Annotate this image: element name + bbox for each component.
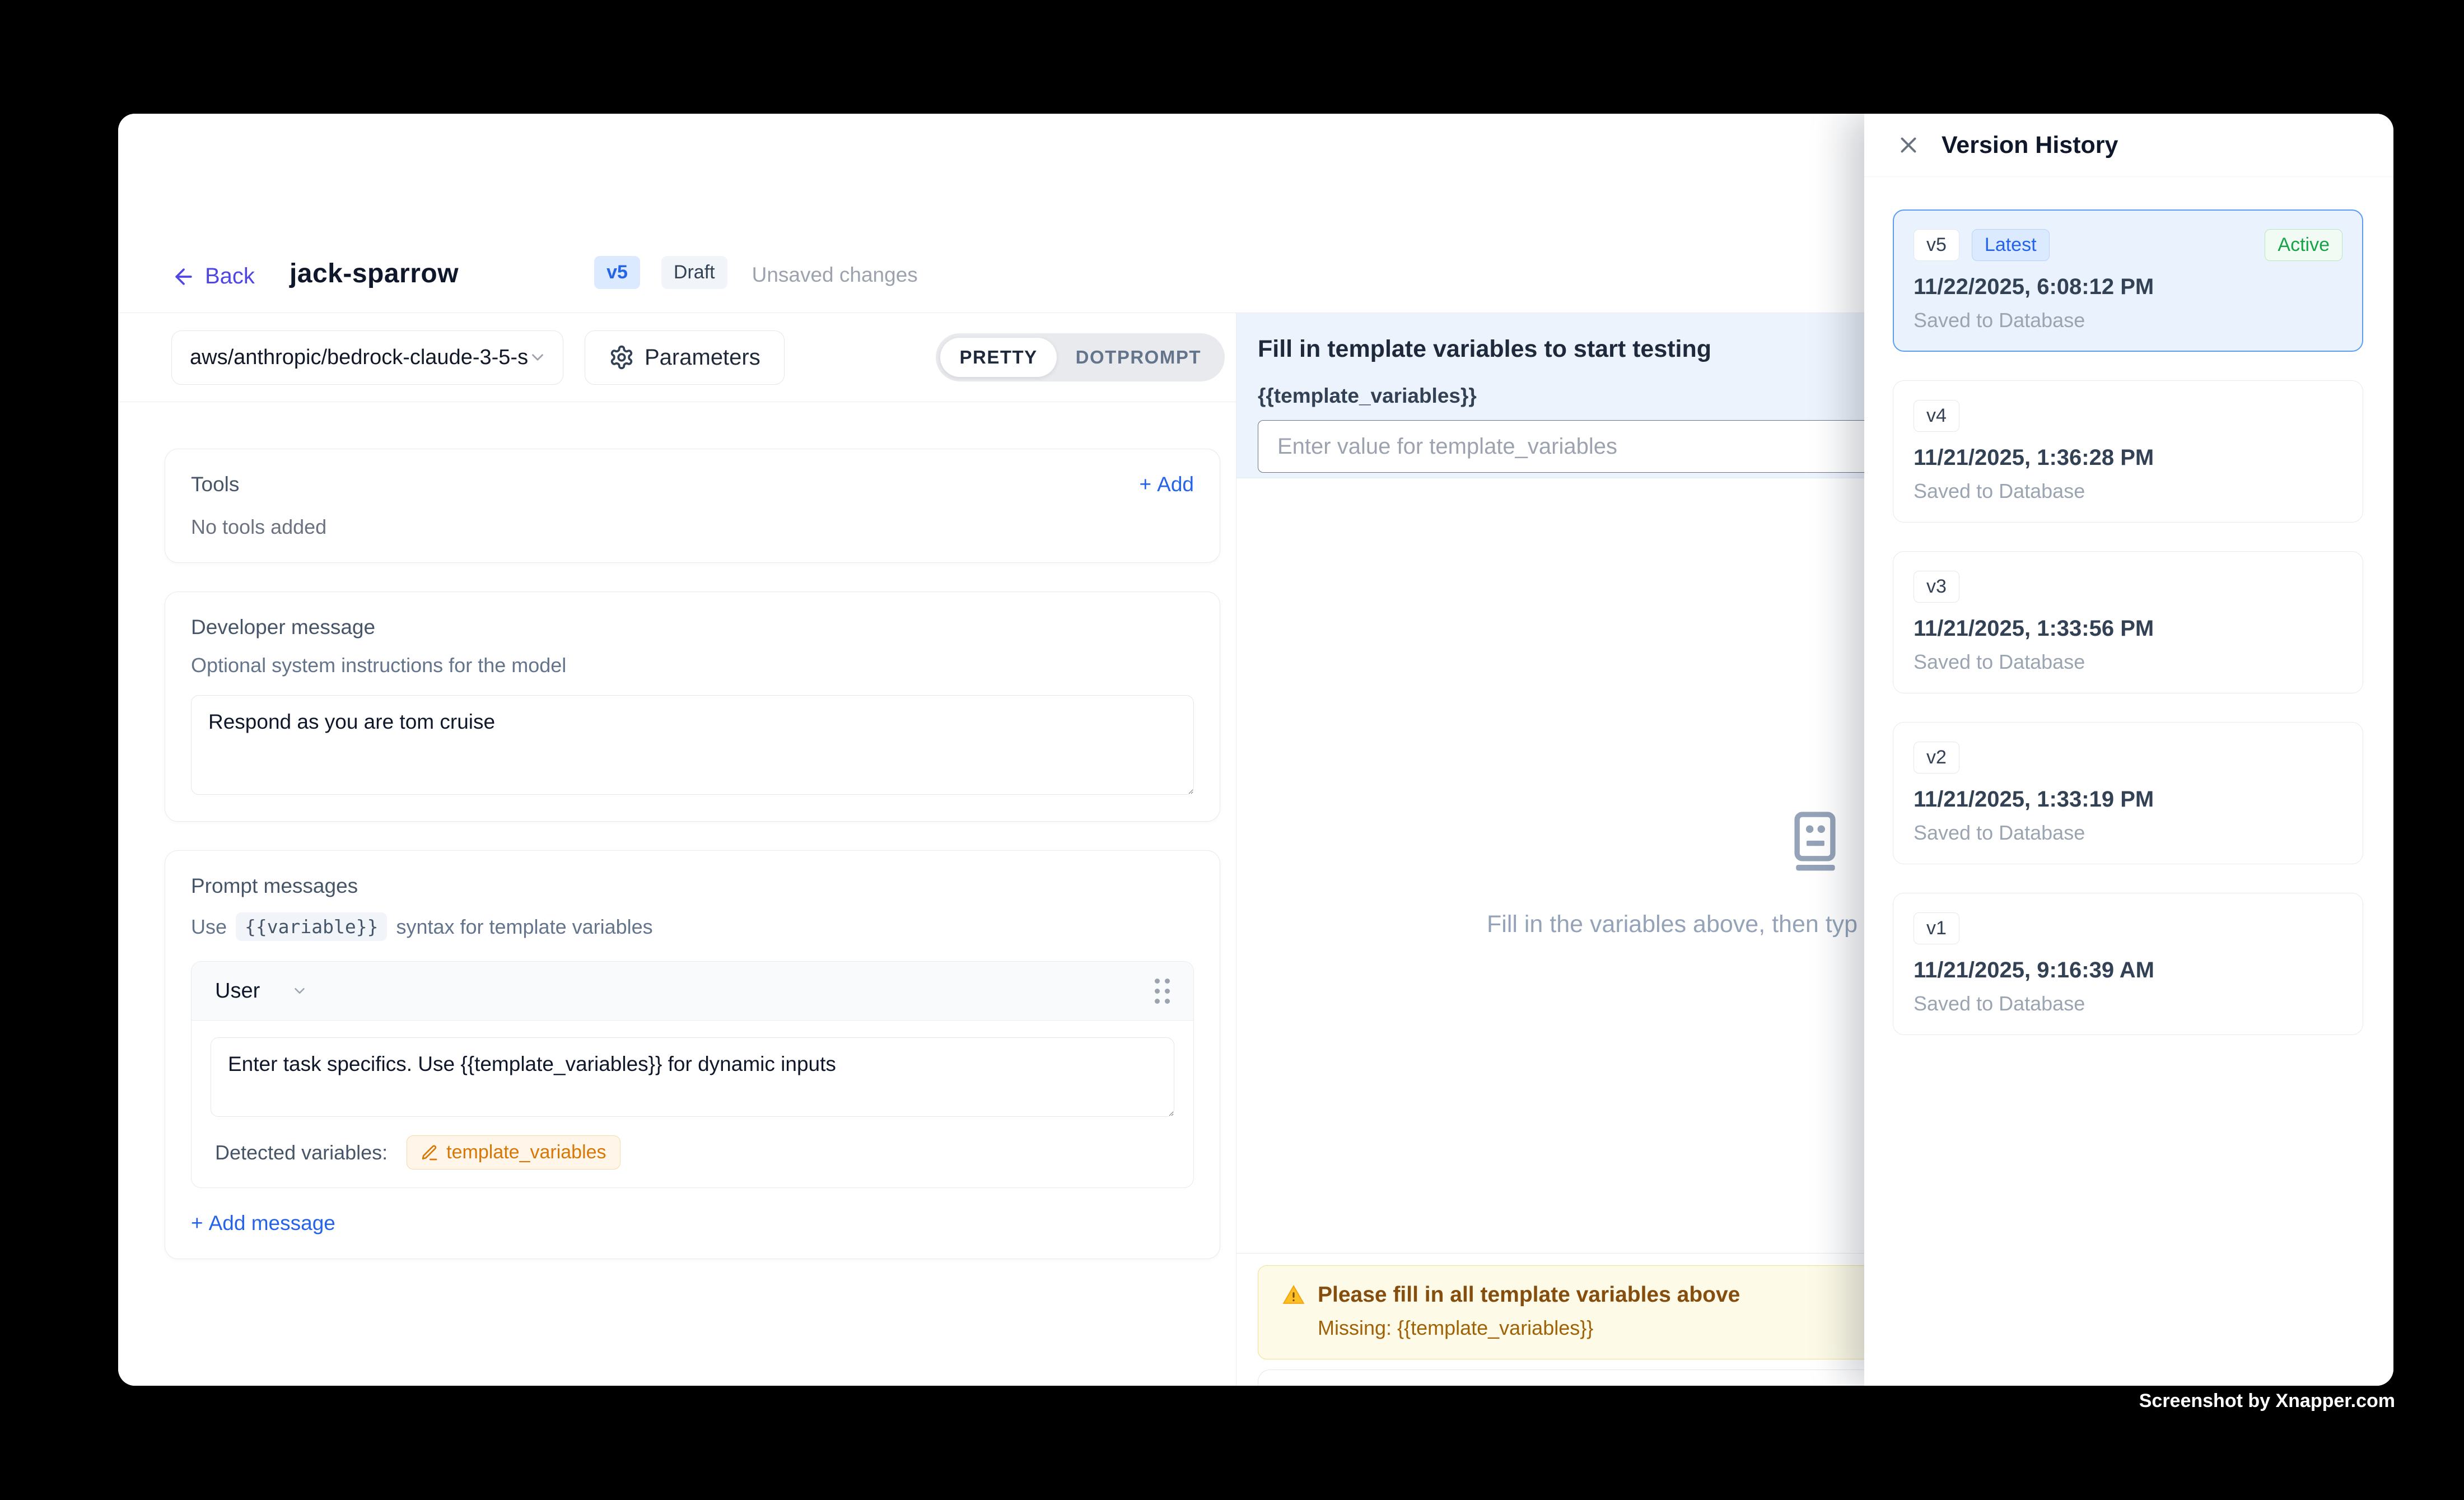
version-source: Saved to Database [1914, 479, 2342, 503]
toggle-pretty[interactable]: PRETTY [940, 338, 1056, 377]
version-source: Saved to Database [1914, 309, 2342, 332]
version-timestamp: 11/21/2025, 1:36:28 PM [1914, 445, 2342, 471]
variable-syntax-chip: {{variable}} [236, 912, 387, 941]
active-badge: Active [2265, 229, 2342, 261]
toggle-dotprompt[interactable]: DOTPROMPT [1057, 338, 1220, 377]
back-button[interactable]: Back [171, 264, 255, 289]
parameters-button[interactable]: Parameters [585, 330, 785, 385]
version-source: Saved to Database [1914, 992, 2342, 1015]
model-selector-value: aws/anthropic/bedrock-claude-3-5-s... [190, 346, 528, 370]
template-syntax-hint: Use {{variable}} syntax for template var… [191, 912, 1194, 941]
chevron-down-icon [528, 348, 547, 367]
version-entry-badges: v2 [1914, 742, 2342, 774]
version-badge: v5 [594, 256, 640, 289]
developer-message-subtitle: Optional system instructions for the mod… [191, 654, 1194, 677]
warning-title: Please fill in all template variables ab… [1318, 1283, 1740, 1307]
app-window: Back jack-sparrow v5 Draft Unsaved chang… [118, 114, 2393, 1386]
version-number-badge: v1 [1914, 912, 1959, 944]
bot-icon [1781, 806, 1849, 873]
latest-badge: Latest [1972, 229, 2050, 261]
drag-handle-icon[interactable] [1155, 979, 1170, 1004]
version-entry[interactable]: v2 11/21/2025, 1:33:19 PM Saved to Datab… [1893, 722, 2363, 864]
watermark-text: Screenshot by Xnapper.com [2139, 1390, 2395, 1412]
version-number-badge: v2 [1914, 742, 1959, 774]
version-entry[interactable]: v3 11/21/2025, 1:33:56 PM Saved to Datab… [1893, 551, 2363, 693]
pencil-icon [421, 1144, 438, 1162]
message-block: User Enter task specifics. Use {{templat… [191, 961, 1194, 1188]
version-number-badge: v5 [1914, 229, 1959, 261]
model-selector[interactable]: aws/anthropic/bedrock-claude-3-5-s... [171, 330, 563, 385]
editor-content: Tools +Add No tools added Developer mess… [118, 402, 1236, 1259]
version-timestamp: 11/21/2025, 1:33:56 PM [1914, 616, 2342, 641]
editor-column: aws/anthropic/bedrock-claude-3-5-s... Pa… [118, 313, 1236, 1386]
detected-variables-label: Detected variables: [215, 1141, 388, 1164]
version-source: Saved to Database [1914, 650, 2342, 674]
version-entry-badges: v3 [1914, 571, 2342, 603]
version-timestamp: 11/22/2025, 6:08:12 PM [1914, 274, 2342, 300]
back-arrow-icon [171, 264, 196, 289]
message-header: User [192, 962, 1193, 1021]
prompt-messages-section: Prompt messages Use {{variable}} syntax … [165, 850, 1220, 1259]
unsaved-changes-text: Unsaved changes [752, 263, 918, 289]
format-toggle: PRETTY DOTPROMPT [936, 333, 1225, 381]
version-number-badge: v3 [1914, 571, 1959, 603]
add-tool-button[interactable]: +Add [1140, 473, 1194, 496]
detected-variables-row: Detected variables: template_variables [192, 1120, 1193, 1187]
gear-icon [609, 344, 634, 370]
plus-icon: + [191, 1212, 203, 1235]
version-history-title: Version History [1942, 132, 2118, 159]
version-entry-badges: v1 [1914, 912, 2342, 944]
version-entry-badges: v5 Latest Active [1914, 229, 2342, 261]
role-selector[interactable]: User [215, 979, 308, 1003]
editor-toolbar: aws/anthropic/bedrock-claude-3-5-s... Pa… [118, 313, 1236, 402]
chevron-down-icon [291, 982, 308, 999]
prompt-messages-title: Prompt messages [191, 874, 1194, 898]
developer-message-section: Developer message Optional system instru… [165, 591, 1220, 822]
version-entry[interactable]: v5 Latest Active 11/22/2025, 6:08:12 PM … [1893, 209, 2363, 352]
role-value: User [215, 979, 260, 1003]
version-history-header: Version History [1864, 114, 2393, 177]
draft-badge: Draft [661, 256, 727, 289]
version-timestamp: 11/21/2025, 1:33:19 PM [1914, 787, 2342, 812]
tools-title: Tools [191, 473, 239, 496]
version-history-panel: Version History v5 Latest Active 11/22/2… [1864, 114, 2393, 1386]
version-entry[interactable]: v4 11/21/2025, 1:36:28 PM Saved to Datab… [1893, 380, 2363, 523]
version-entry-badges: v4 [1914, 400, 2342, 432]
version-history-list: v5 Latest Active 11/22/2025, 6:08:12 PM … [1864, 177, 2393, 1035]
version-number-badge: v4 [1914, 400, 1959, 432]
message-body: Enter task specifics. Use {{template_var… [192, 1021, 1193, 1120]
tools-empty-text: No tools added [191, 515, 1194, 539]
plus-icon: + [1140, 473, 1152, 496]
add-message-button[interactable]: +Add message [191, 1212, 335, 1235]
version-source: Saved to Database [1914, 821, 2342, 845]
close-icon[interactable] [1896, 132, 1921, 158]
developer-message-title: Developer message [191, 616, 1194, 639]
back-label: Back [205, 264, 255, 289]
developer-message-textarea[interactable]: Respond as you are tom cruise [191, 695, 1194, 795]
prompt-message-textarea[interactable]: Enter task specifics. Use {{template_var… [211, 1037, 1174, 1117]
page-title: jack-sparrow [290, 258, 459, 289]
tools-section: Tools +Add No tools added [165, 449, 1220, 563]
parameters-label: Parameters [645, 345, 760, 370]
desktop-background: Back jack-sparrow v5 Draft Unsaved chang… [0, 0, 2464, 1500]
version-timestamp: 11/21/2025, 9:16:39 AM [1914, 958, 2342, 983]
variable-chip[interactable]: template_variables [407, 1135, 620, 1170]
version-entry[interactable]: v1 11/21/2025, 9:16:39 AM Saved to Datab… [1893, 893, 2363, 1035]
warning-icon [1282, 1283, 1305, 1307]
